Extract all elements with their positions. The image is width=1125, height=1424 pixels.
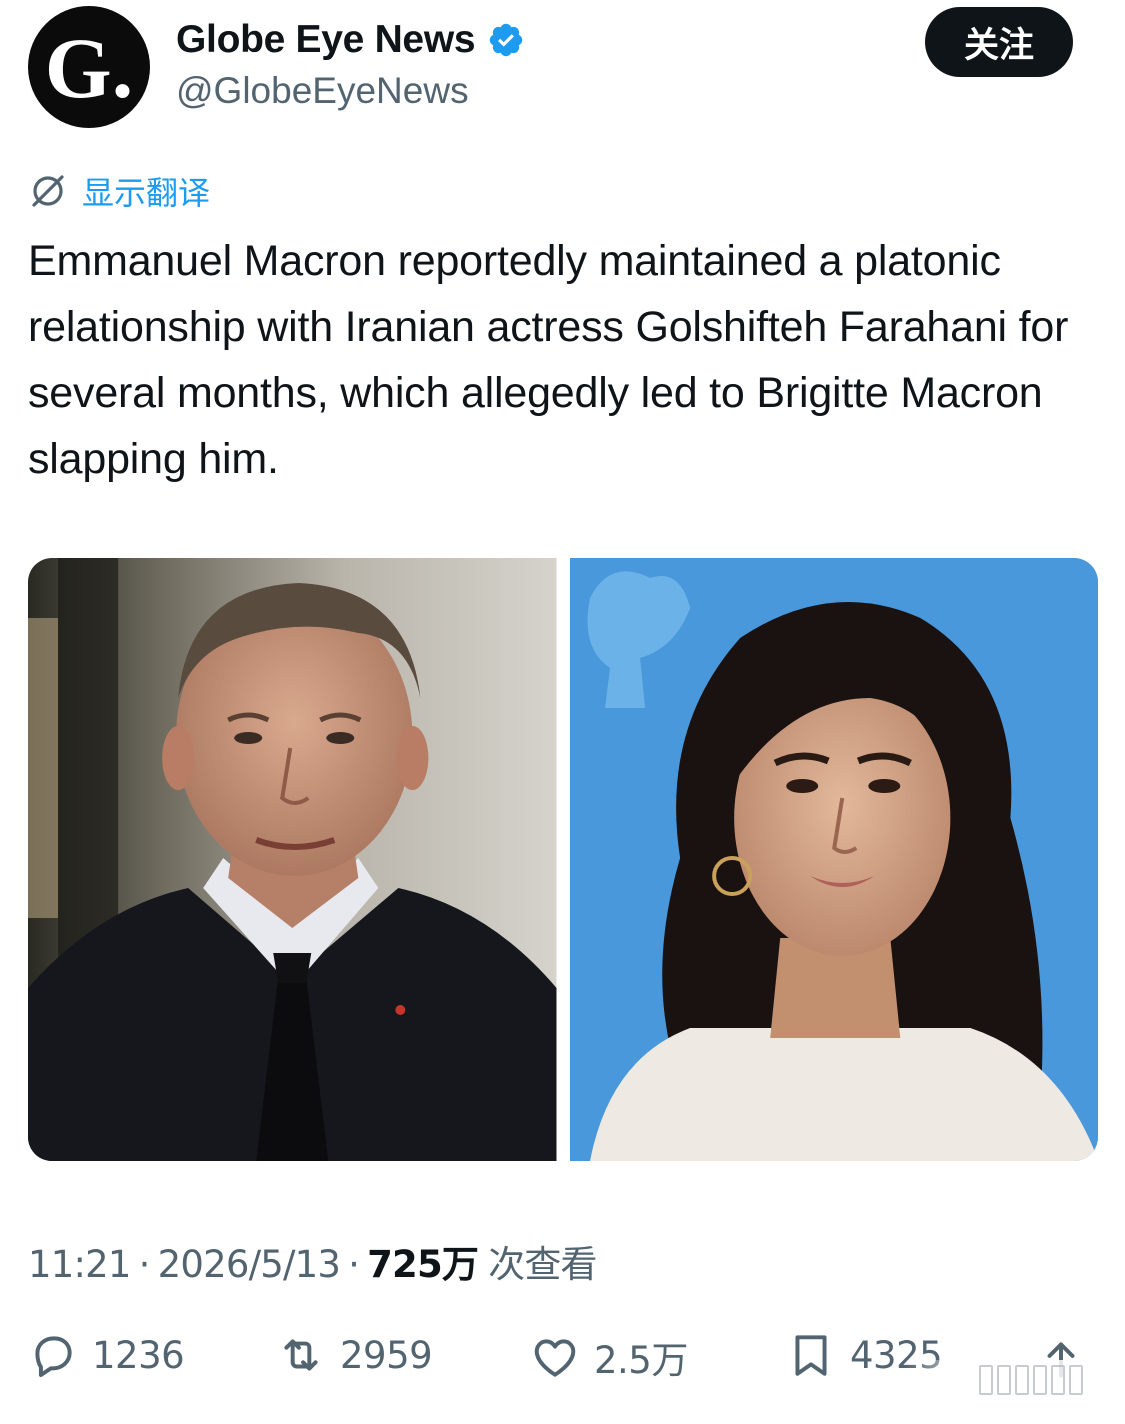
display-name[interactable]: Globe Eye News [176, 18, 476, 62]
like-count: 2.5万 [594, 1339, 688, 1382]
post-date[interactable]: 2026/5/13 [158, 1243, 341, 1286]
show-translation-label: 显示翻译 [82, 174, 211, 212]
watermark-glyph [997, 1365, 1011, 1395]
reply-icon [35, 1336, 72, 1377]
media-image-2[interactable] [569, 558, 1098, 1161]
reply-count: 1236 [92, 1333, 185, 1377]
verified-badge-icon [487, 21, 525, 59]
man-in-suit-photo [28, 558, 557, 1161]
views-count[interactable]: 725万 [367, 1234, 479, 1288]
woman-blue-backdrop-photo [569, 558, 1098, 1161]
avatar[interactable]: G. [28, 6, 150, 128]
watermark-glyph [1015, 1365, 1029, 1395]
watermark-glyph [1069, 1365, 1083, 1395]
media-grid [28, 558, 1098, 1161]
repost-count: 2959 [340, 1333, 433, 1377]
repost-button[interactable]: 2959 [276, 1330, 433, 1380]
media-image-1[interactable] [28, 558, 557, 1161]
show-translation-link[interactable]: 显示翻译 [28, 168, 210, 214]
account-handle[interactable]: @GlobeEyeNews [176, 70, 469, 112]
meta-separator: · [138, 1243, 151, 1286]
no-translate-icon [28, 171, 68, 211]
repost-icon [284, 1339, 318, 1371]
follow-button[interactable]: 关注 [925, 7, 1073, 77]
account-name-row: Globe Eye News [176, 18, 525, 62]
watermark-glyph [979, 1365, 993, 1395]
like-button[interactable]: 2.5万 [530, 1330, 688, 1384]
heart-icon [534, 1339, 576, 1377]
watermark-glyph [1051, 1365, 1065, 1395]
avatar-logo-text: G. [44, 20, 134, 116]
reply-button[interactable]: 1236 [28, 1330, 185, 1380]
bookmark-icon [795, 1335, 827, 1376]
post-time[interactable]: 11:21 [28, 1243, 131, 1286]
post-meta: 11:21 · 2026/5/13 · 725万 次查看 [28, 1234, 598, 1288]
post-text: Emmanuel Macron reportedly maintained a … [28, 237, 1069, 483]
views-label: 次查看 [488, 1243, 597, 1286]
watermark-glyph [1033, 1365, 1047, 1395]
watermark-overlay [905, 1360, 1105, 1400]
meta-separator: · [348, 1243, 360, 1286]
